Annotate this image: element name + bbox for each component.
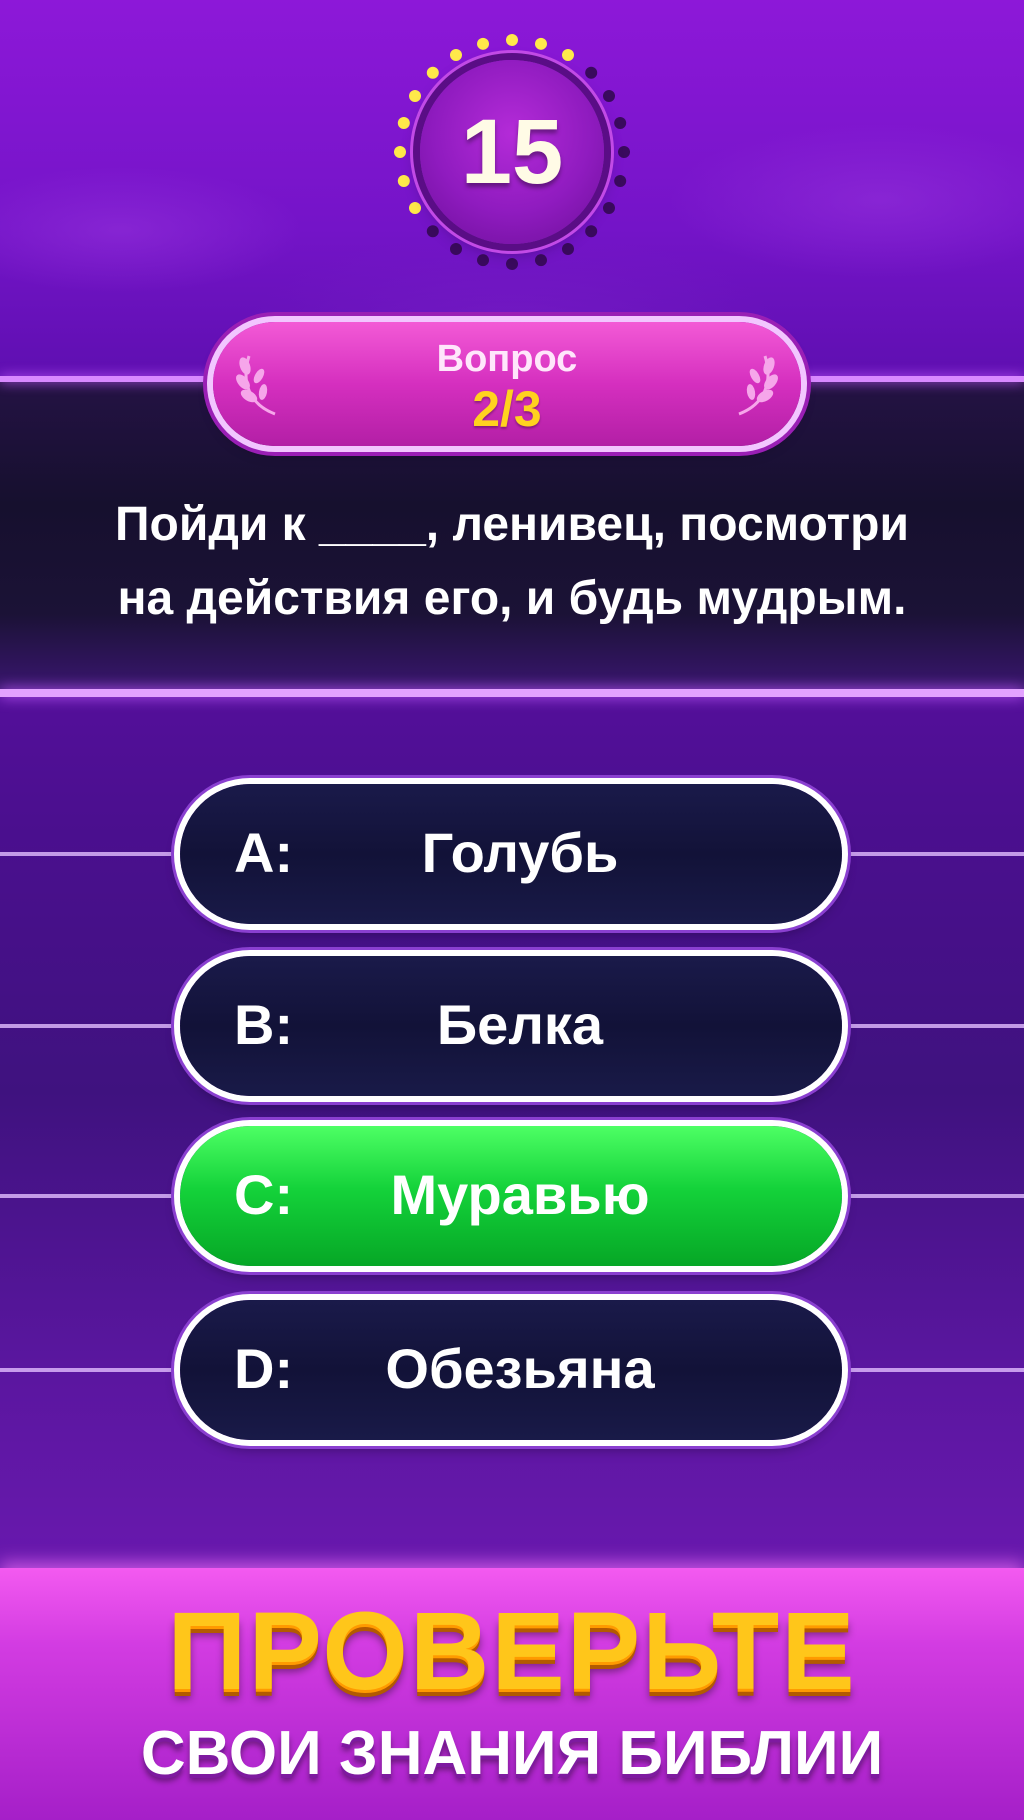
laurel-right-icon bbox=[738, 355, 778, 416]
answer-option-d[interactable]: D: Обезьяна bbox=[180, 1300, 842, 1440]
timer-dot-lit bbox=[477, 37, 490, 50]
timer-dot-lit bbox=[409, 90, 422, 102]
timer-dot-unlit bbox=[585, 66, 598, 79]
timer-dot-unlit bbox=[450, 242, 462, 255]
question-counter-badge: Вопрос 2/3 bbox=[213, 322, 801, 446]
timer-dot-lit bbox=[506, 34, 518, 46]
timer-dot-lit bbox=[409, 202, 422, 214]
timer-dot-lit bbox=[397, 174, 410, 187]
timer-dot-lit bbox=[450, 49, 462, 62]
answer-option-b[interactable]: B: Белка bbox=[180, 956, 842, 1096]
timer-dot-lit bbox=[394, 146, 406, 158]
timer-dot-lit bbox=[426, 66, 439, 79]
timer-dot-unlit bbox=[426, 225, 439, 238]
question-text: Пойди к ____, ленивец, посмотри на дейст… bbox=[20, 488, 1004, 636]
answer-text: Муравью bbox=[390, 1163, 650, 1226]
promo-title: ПРОВЕРЬТЕ bbox=[167, 1590, 857, 1713]
timer-dot-unlit bbox=[477, 254, 490, 267]
question-line-1: Пойди к ____, ленивец, посмотри bbox=[115, 498, 909, 551]
question-label: Вопрос bbox=[436, 338, 578, 380]
answer-option-c-correct[interactable]: C: Муравью bbox=[180, 1126, 842, 1266]
timer-dot-unlit bbox=[614, 117, 627, 130]
answer-text: Обезьяна bbox=[385, 1337, 655, 1400]
timer-dot-lit bbox=[397, 117, 410, 130]
promo-banner: ПРОВЕРЬТЕ СВОИ ЗНАНИЯ БИБЛИИ bbox=[0, 1568, 1024, 1820]
question-panel-bottom-border bbox=[0, 689, 1024, 697]
timer-dot-unlit bbox=[602, 90, 615, 102]
question-counter: 2/3 bbox=[472, 381, 542, 437]
timer-circle: 15 bbox=[420, 60, 604, 244]
countdown-timer: 15 bbox=[388, 28, 636, 276]
timer-dot-unlit bbox=[506, 258, 518, 270]
answer-text: Голубь bbox=[421, 821, 619, 884]
timer-dot-unlit bbox=[618, 146, 630, 158]
timer-dot-unlit bbox=[562, 242, 574, 255]
answer-option-a[interactable]: A: Голубь bbox=[180, 784, 842, 924]
timer-dot-unlit bbox=[585, 225, 598, 238]
answer-text: Белка bbox=[436, 993, 604, 1056]
timer-dot-unlit bbox=[614, 174, 627, 187]
timer-dot-lit bbox=[562, 49, 574, 62]
timer-dot-lit bbox=[534, 37, 547, 50]
timer-dot-unlit bbox=[534, 254, 547, 267]
timer-value: 15 bbox=[460, 100, 564, 203]
question-line-2: на действия его, и будь мудрым. bbox=[117, 572, 907, 625]
timer-dot-unlit bbox=[602, 202, 615, 214]
promo-subtitle: СВОИ ЗНАНИЯ БИБЛИИ bbox=[140, 1719, 884, 1788]
